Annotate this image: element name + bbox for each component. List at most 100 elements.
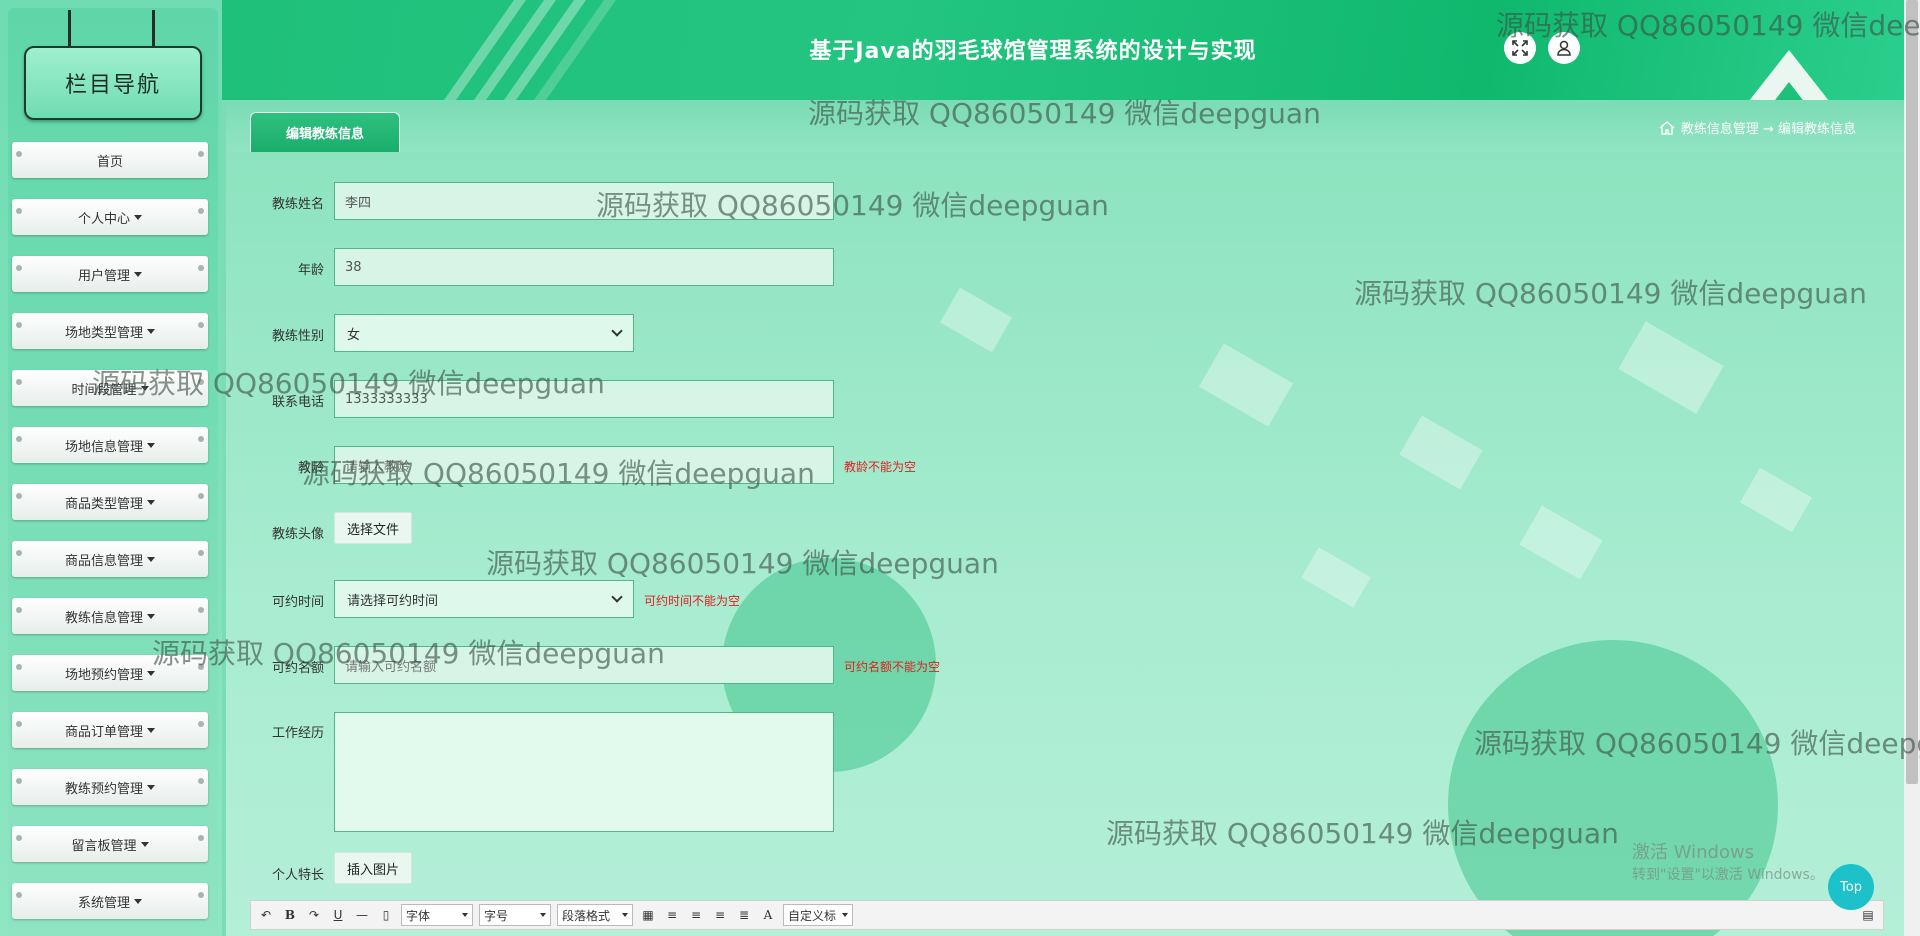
sidebar-item-label: 时间段管理 (71, 382, 137, 398)
align-right-icon[interactable]: ≡ (711, 906, 729, 924)
caret-down-icon (134, 271, 142, 277)
caret-down-icon (147, 442, 155, 448)
years-input[interactable]: 请输入教龄 (334, 446, 834, 484)
pin-icon (198, 835, 204, 841)
sidebar-item[interactable]: 教练预约管理 (12, 769, 208, 805)
sidebar-item-label: 首页 (96, 154, 123, 170)
bg-shard (1198, 343, 1294, 427)
site-title: 基于Java的羽毛球馆管理系统的设计与实现 (809, 39, 1257, 64)
sidebar-item[interactable]: 时间段管理 (12, 370, 208, 406)
available-time-placeholder: 请选择可约时间 (347, 593, 439, 609)
pin-icon (16, 151, 22, 157)
available-time-error: 可约时间不能为空 (644, 594, 741, 608)
windows-activation-notice: 激活 Windows 转到"设置"以激活 Windows。 (1632, 842, 1824, 886)
source-code-icon[interactable]: ▤ (1859, 906, 1877, 924)
chevron-down-icon (611, 325, 623, 337)
bg-shard (940, 287, 1012, 353)
pin-icon (198, 778, 204, 784)
avatar-label: 教练头像 (271, 527, 324, 542)
windows-activation-title: 激活 Windows (1632, 842, 1755, 863)
pin-icon (16, 892, 22, 898)
experience-textarea[interactable] (334, 712, 834, 832)
font-family-select[interactable]: 字体 (401, 904, 473, 926)
font-family-label: 字体 (406, 908, 431, 923)
caret-down-icon (140, 841, 149, 847)
sidebar-item-label: 教练预约管理 (64, 781, 143, 797)
redo-icon[interactable]: ↷ (305, 906, 323, 924)
user-button[interactable] (1548, 32, 1580, 64)
available-time-select[interactable]: 请选择可约时间 (334, 580, 634, 618)
name-label: 教练姓名 (271, 197, 324, 212)
pin-icon (198, 379, 204, 385)
pin-icon (16, 322, 22, 328)
quota-input[interactable]: 请输入可约名额 (334, 646, 834, 684)
sidebar-item[interactable]: 场地预约管理 (12, 655, 208, 691)
pin-icon (16, 550, 22, 556)
sidebar-item[interactable]: 用户管理 (12, 256, 208, 292)
sidebar-item[interactable]: 系统管理 (12, 883, 208, 919)
tab-bar: 编辑教练信息 教练信息管理 → 编辑教练信息 (226, 100, 1904, 152)
dropdown-arrow-icon (462, 913, 468, 917)
age-input[interactable]: 38 (334, 248, 834, 286)
bold-button[interactable]: B (281, 906, 299, 924)
caret-down-icon (147, 784, 155, 790)
pin-icon (16, 379, 22, 385)
gender-select-value: 女 (347, 327, 361, 343)
underline-button[interactable]: U (329, 906, 347, 924)
bg-shard (1399, 415, 1483, 490)
font-size-label: 字号 (484, 908, 509, 923)
dropdown-arrow-icon (622, 913, 628, 917)
choose-file-button[interactable]: 选择文件 (334, 512, 413, 544)
font-size-select[interactable]: 字号 (479, 904, 551, 926)
sidebar-item[interactable]: 商品类型管理 (12, 484, 208, 520)
pin-icon (198, 436, 204, 442)
expand-icon (1512, 40, 1528, 56)
page-scrollbar-thumb[interactable] (1906, 0, 1918, 784)
home-icon (1659, 120, 1675, 135)
gender-select[interactable]: 女 (334, 314, 634, 352)
breadcrumb-text[interactable]: 教练信息管理 → 编辑教练信息 (1681, 118, 1856, 137)
tab-edit-coach[interactable]: 编辑教练信息 (250, 112, 400, 152)
custom-title-select[interactable]: 自定义标题 (783, 904, 853, 926)
sidebar-item[interactable]: 留言板管理 (12, 826, 208, 862)
sidebar-item[interactable]: 商品订单管理 (12, 712, 208, 748)
experience-label: 工作经历 (271, 726, 324, 741)
back-to-top-button[interactable]: Top (1828, 864, 1874, 910)
undo-icon[interactable]: ↶ (257, 906, 275, 924)
pin-icon (16, 778, 22, 784)
sidebar-item[interactable]: 场地类型管理 (12, 313, 208, 349)
document-icon[interactable]: ▯ (377, 906, 395, 924)
align-center-icon[interactable]: ≡ (687, 906, 705, 924)
quota-label: 可约名额 (271, 661, 324, 676)
sidebar-title: 栏目导航 (24, 46, 202, 120)
caret-down-icon (140, 385, 149, 391)
caret-down-icon (134, 898, 142, 904)
sidebar-item-label: 场地预约管理 (64, 667, 143, 683)
caret-down-icon (147, 613, 155, 619)
paragraph-format-select[interactable]: 段落格式 (557, 904, 633, 926)
align-justify-icon[interactable]: ≣ (735, 906, 753, 924)
phone-label: 联系电话 (271, 395, 324, 410)
sidebar-item[interactable]: 教练信息管理 (12, 598, 208, 634)
sidebar-item[interactable]: 首页 (12, 142, 208, 178)
fullscreen-button[interactable] (1504, 32, 1536, 64)
sidebar-item[interactable]: 商品信息管理 (12, 541, 208, 577)
name-input[interactable]: 李四 (334, 182, 834, 220)
sidebar-item-label: 商品信息管理 (64, 553, 143, 569)
pin-icon (198, 493, 204, 499)
sidebar-item-label: 商品订单管理 (64, 724, 143, 740)
sidebar-item[interactable]: 场地信息管理 (12, 427, 208, 463)
pin-icon (16, 208, 22, 214)
sidebar-item[interactable]: 个人中心 (12, 199, 208, 235)
table-icon[interactable]: ▦ (639, 906, 657, 924)
caret-down-icon (134, 214, 142, 220)
align-left-icon[interactable]: ≡ (663, 906, 681, 924)
age-label: 年龄 (297, 263, 324, 278)
pin-icon (198, 607, 204, 613)
font-color-icon[interactable]: A (759, 906, 777, 924)
pin-icon (16, 664, 22, 670)
insert-image-button[interactable]: 插入图片 (334, 852, 413, 884)
main-content: 编辑教练信息 教练信息管理 → 编辑教练信息 教练姓名 李四 年龄 38 教练性… (226, 100, 1904, 936)
phone-input[interactable]: 1333333333 (334, 380, 834, 418)
horizontal-rule-icon[interactable]: — (353, 906, 371, 924)
